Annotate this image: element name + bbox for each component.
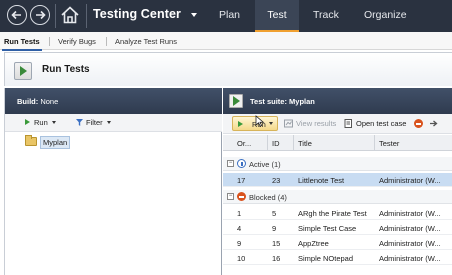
cell-id: 9 bbox=[272, 224, 277, 233]
build-label: Build: None bbox=[17, 97, 59, 106]
nav-separator bbox=[55, 4, 56, 28]
forward-arrow-icon[interactable] bbox=[30, 5, 50, 25]
cell-title: Simple Test Case bbox=[298, 224, 357, 233]
cell-id: 15 bbox=[272, 239, 281, 248]
block-test-icon[interactable] bbox=[414, 119, 423, 128]
filter-icon bbox=[76, 119, 83, 126]
view-results-icon bbox=[284, 119, 293, 128]
collapse-icon[interactable]: − bbox=[227, 193, 234, 200]
open-test-case-icon bbox=[344, 119, 352, 128]
tree-item-label: Myplan bbox=[40, 136, 71, 149]
collapse-icon[interactable]: − bbox=[227, 160, 234, 167]
build-bar: Build: None bbox=[5, 88, 222, 114]
test-suite-icon bbox=[229, 94, 243, 108]
group-label: Blocked (4) bbox=[249, 193, 287, 202]
group-row-active[interactable]: − Active (1) bbox=[223, 157, 452, 171]
group-row-blocked[interactable]: − Blocked (4) bbox=[223, 190, 452, 204]
tab-organize[interactable]: Organize bbox=[364, 9, 407, 21]
page-title: Run Tests bbox=[42, 64, 90, 75]
folder-icon bbox=[25, 135, 37, 146]
play-icon bbox=[238, 121, 243, 127]
table-row[interactable]: 9 15 AppZtree Administrator (W... bbox=[223, 236, 452, 250]
home-icon[interactable] bbox=[59, 4, 81, 26]
run-test-button[interactable]: Run bbox=[232, 115, 278, 131]
active-status-icon bbox=[237, 159, 246, 168]
cell-order: 17 bbox=[237, 176, 246, 185]
cell-order: 1 bbox=[237, 209, 242, 218]
table-row[interactable]: 10 16 Simple NOtepad Administrator (W... bbox=[223, 251, 452, 265]
cell-order: 9 bbox=[237, 239, 242, 248]
cell-tester: Administrator (W... bbox=[379, 224, 441, 233]
chevron-down-icon bbox=[106, 121, 111, 124]
cell-tester: Administrator (W... bbox=[379, 176, 441, 185]
cell-tester: Administrator (W... bbox=[379, 239, 441, 248]
group-label: Active (1) bbox=[249, 160, 281, 169]
page-header: Run Tests bbox=[4, 52, 452, 86]
subnav-analyze-test-runs[interactable]: Analyze Test Runs bbox=[115, 37, 177, 46]
table-row[interactable]: 17 23 Littlenote Test Administrator (W..… bbox=[223, 173, 452, 187]
test-plan-panel: Build: None Run Filter Myplan bbox=[4, 88, 222, 275]
cell-order: 10 bbox=[237, 254, 246, 263]
build-value: None bbox=[40, 97, 59, 106]
nav-separator bbox=[86, 4, 87, 28]
blocked-status-icon bbox=[237, 192, 246, 201]
subnav-verify-bugs[interactable]: Verify Bugs bbox=[58, 37, 96, 46]
test-suite-panel: Test suite: Myplan Run View results Open… bbox=[223, 88, 452, 275]
cell-id: 23 bbox=[272, 176, 281, 185]
suite-value: Myplan bbox=[289, 97, 315, 106]
suite-title: Test suite: Myplan bbox=[250, 97, 315, 106]
play-icon bbox=[25, 119, 30, 125]
back-arrow-icon[interactable] bbox=[7, 5, 27, 25]
reset-arrow-icon[interactable] bbox=[429, 119, 438, 128]
column-header-tester[interactable]: Tester bbox=[375, 135, 452, 151]
table-row[interactable]: 4 9 Simple Test Case Administrator (W... bbox=[223, 221, 452, 235]
left-toolbar: Run Filter bbox=[5, 114, 222, 132]
tab-track[interactable]: Track bbox=[313, 9, 339, 21]
cell-title: Littlenote Test bbox=[298, 176, 345, 185]
open-test-case-button[interactable]: Open test case bbox=[356, 119, 406, 128]
chevron-down-icon bbox=[269, 122, 273, 125]
cell-id: 5 bbox=[272, 209, 277, 218]
column-header-order[interactable]: Or... bbox=[233, 135, 268, 151]
run-button[interactable]: Run bbox=[25, 118, 56, 127]
subnav-separator bbox=[49, 37, 50, 46]
run-tests-icon bbox=[14, 62, 32, 80]
subnav-run-tests[interactable]: Run Tests bbox=[2, 37, 42, 51]
grid-header: Or... ID Title Tester bbox=[223, 135, 452, 151]
cell-title: AppZtree bbox=[298, 239, 329, 248]
sub-navigation: Run Tests Verify Bugs Analyze Test Runs bbox=[0, 32, 452, 51]
table-row[interactable]: 1 5 ARgh the Pirate Test Administrator (… bbox=[223, 206, 452, 220]
cell-tester: Administrator (W... bbox=[379, 254, 441, 263]
chevron-down-icon bbox=[51, 121, 56, 124]
filter-button[interactable]: Filter bbox=[76, 118, 111, 127]
mouse-cursor-icon bbox=[255, 115, 265, 127]
cell-title: ARgh the Pirate Test bbox=[298, 209, 367, 218]
column-header-id[interactable]: ID bbox=[268, 135, 294, 151]
cell-id: 16 bbox=[272, 254, 281, 263]
cell-order: 4 bbox=[237, 224, 242, 233]
subnav-separator bbox=[106, 37, 107, 46]
app-title: Testing Center bbox=[93, 7, 181, 21]
cell-tester: Administrator (W... bbox=[379, 209, 441, 218]
tab-test[interactable]: Test bbox=[255, 0, 299, 32]
column-header-title[interactable]: Title bbox=[294, 135, 375, 151]
suite-bar: Test suite: Myplan bbox=[223, 88, 452, 114]
top-navigation-bar: Testing Center Plan Test Track Organize bbox=[0, 0, 452, 32]
app-title-dropdown-icon[interactable] bbox=[191, 13, 197, 17]
tab-plan[interactable]: Plan bbox=[219, 9, 240, 21]
view-results-button[interactable]: View results bbox=[296, 119, 336, 128]
right-toolbar: Run View results Open test case bbox=[223, 114, 452, 134]
cell-title: Simple NOtepad bbox=[298, 254, 354, 263]
